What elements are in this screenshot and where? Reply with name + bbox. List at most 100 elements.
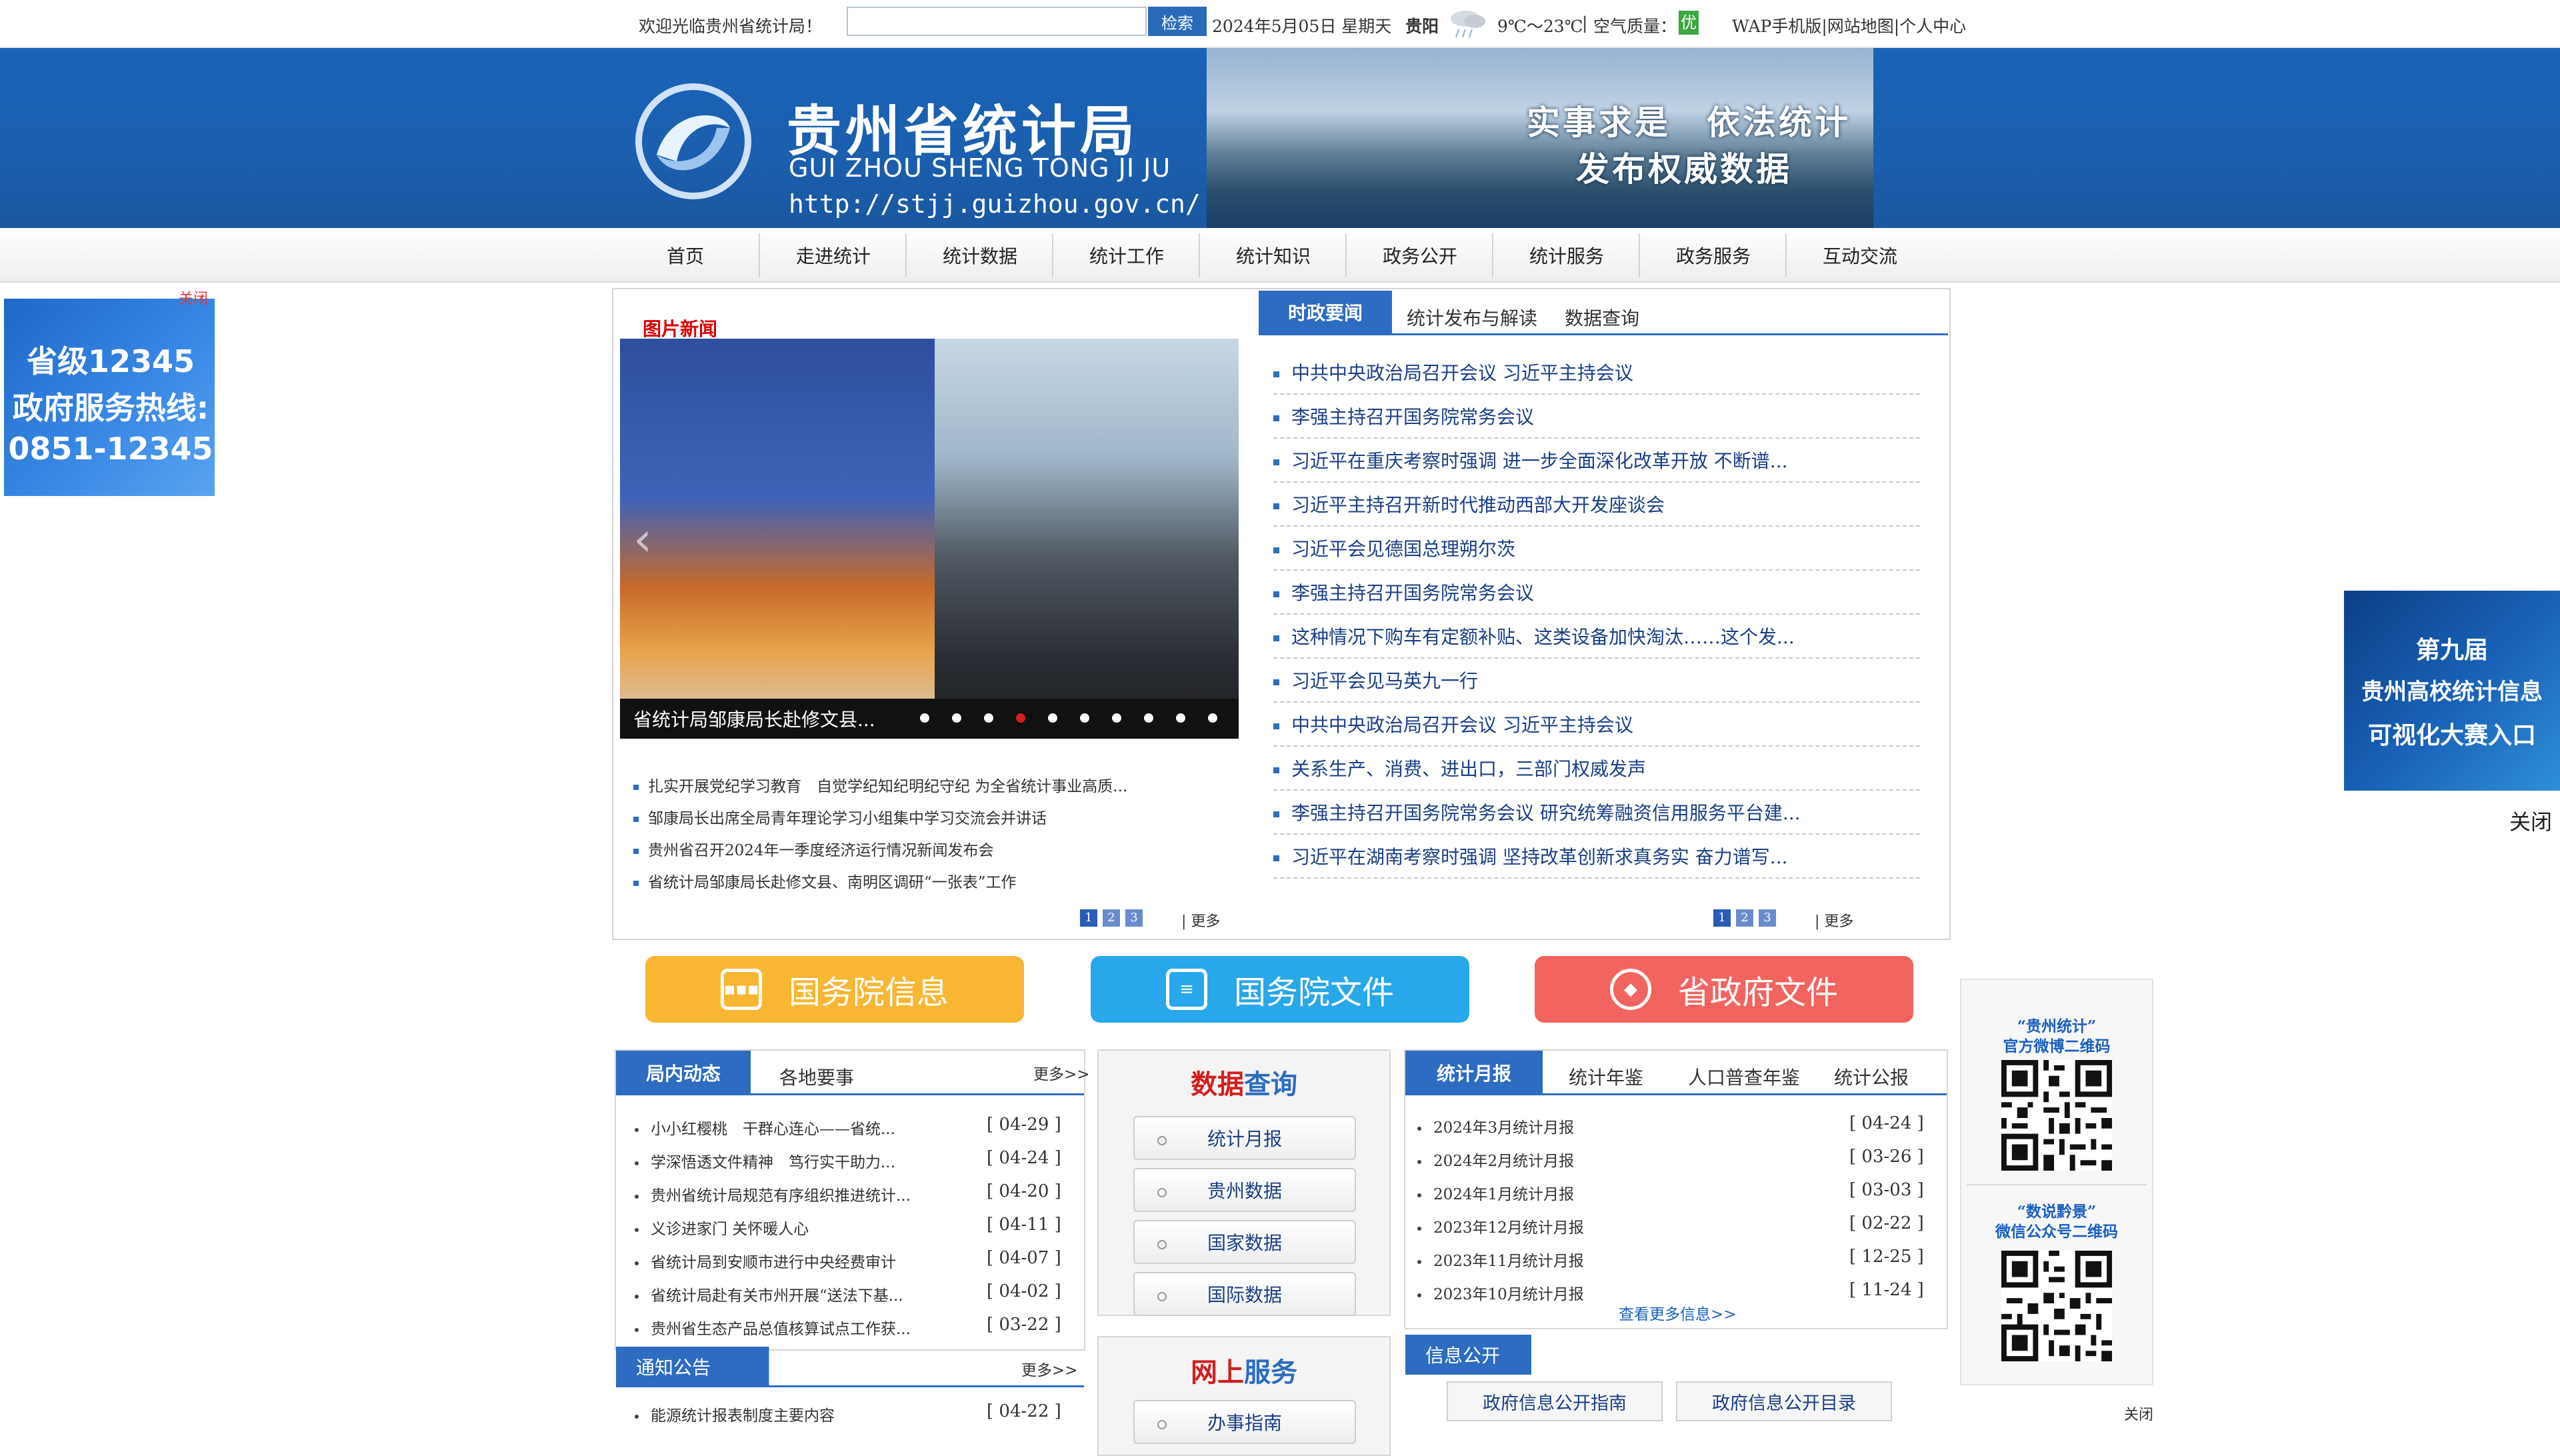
- monthly-report-link[interactable]: 2023年11月统计月报: [1417, 1248, 1584, 1271]
- state-council-info-button[interactable]: ▪▪▪ 国务院信息: [645, 956, 1024, 1023]
- nav-gov-service[interactable]: 政务服务: [1640, 228, 1787, 283]
- nav-about-stats[interactable]: 走进统计: [760, 228, 907, 283]
- tab-data-query[interactable]: 数据查询: [1552, 291, 1652, 344]
- monthly-report-link[interactable]: 2023年12月统计月报: [1417, 1215, 1584, 1237]
- local-news-link[interactable]: 小小红樱桃 干群心连心——省统...: [635, 1116, 895, 1139]
- national-data-button[interactable]: 国家数据: [1133, 1220, 1356, 1264]
- slogan-line-1: 实事求是 依法统计: [1527, 103, 1851, 142]
- page-button[interactable]: 1: [1080, 909, 1097, 927]
- state-council-info-label: 国务院信息: [788, 974, 949, 1011]
- nav-stats-work[interactable]: 统计工作: [1053, 228, 1200, 283]
- slider-dot[interactable]: [984, 713, 993, 723]
- politics-more-link[interactable]: | 更多: [1815, 909, 1853, 931]
- gov-info-guide-button[interactable]: 政府信息公开指南: [1447, 1381, 1663, 1421]
- info-open-tab[interactable]: 信息公开: [1405, 1335, 1552, 1375]
- picture-news-link[interactable]: 贵州省召开2024年一季度经济运行情况新闻发布会: [633, 837, 994, 860]
- hotline-ad-close-button[interactable]: 关闭: [179, 287, 208, 308]
- slider-dot[interactable]: [1176, 713, 1185, 723]
- slider-dot[interactable]: [1112, 713, 1121, 723]
- picture-news-link[interactable]: 省统计局邹康局长赴修文县、南明区调研“一张表”工作: [633, 869, 1017, 892]
- search-input[interactable]: [847, 7, 1147, 36]
- headline-link[interactable]: 这种情况下购车有定额补贴、这类设备加快淘汰……这个发...: [1273, 623, 1920, 659]
- headline-link[interactable]: 李强主持召开国务院常务会议 研究统筹融资信用服务平台建...: [1273, 799, 1920, 835]
- tab-underline: [616, 1385, 1084, 1387]
- picture-news-link[interactable]: 扎实开展党纪学习教育 自觉学纪知纪明纪守纪 为全省统计事业高质...: [633, 773, 1127, 796]
- slider-dot[interactable]: [1048, 713, 1057, 723]
- slider-dot[interactable]: [920, 713, 929, 723]
- slider-dot-active[interactable]: [1016, 713, 1025, 723]
- tab-local-affairs[interactable]: 各地要事: [760, 1060, 873, 1093]
- slide-caption[interactable]: 省统计局邹康局长赴修文县...: [633, 705, 875, 732]
- page-button[interactable]: 3: [1125, 909, 1143, 927]
- tab-bureau-news[interactable]: 局内动态: [616, 1051, 751, 1095]
- search-button[interactable]: 检索: [1148, 7, 1207, 36]
- notice-more-link[interactable]: 更多>>: [1021, 1357, 1078, 1380]
- page-button[interactable]: 3: [1759, 909, 1776, 927]
- gov-info-catalog-button[interactable]: 政府信息公开目录: [1676, 1381, 1892, 1421]
- international-data-button[interactable]: 国际数据: [1133, 1272, 1356, 1316]
- slider-dot[interactable]: [952, 713, 961, 723]
- slider-prev-arrow-icon[interactable]: ‹: [633, 512, 652, 567]
- visualization-contest-ad[interactable]: 第九届 贵州高校统计信息 可视化大赛入口: [2344, 591, 2560, 791]
- hotline-ad-line-1: 省级12345: [26, 343, 195, 379]
- local-news-link[interactable]: 省统计局赴有关市州开展“送法下基...: [635, 1283, 903, 1305]
- top-links[interactable]: WAP手机版|网站地图|个人中心: [1732, 13, 1966, 37]
- provincial-gov-docs-label: 省政府文件: [1677, 974, 1838, 1011]
- nav-stats-knowledge[interactable]: 统计知识: [1200, 228, 1347, 283]
- local-news-link[interactable]: 省统计局到安顺市进行中央经费审计: [635, 1249, 896, 1272]
- nav-interaction[interactable]: 互动交流: [1787, 228, 1933, 283]
- nav-stats-service[interactable]: 统计服务: [1493, 228, 1640, 283]
- local-news-link[interactable]: 贵州省生态产品总值核算试点工作获...: [635, 1316, 911, 1339]
- contest-ad-close-button[interactable]: 关闭: [2509, 805, 2552, 836]
- headline-link[interactable]: 李强主持召开国务院常务会议: [1273, 579, 1920, 615]
- stats-monthly-button[interactable]: 统计月报: [1133, 1116, 1356, 1160]
- local-news-link[interactable]: 学深悟透文件精神 笃行实干助力...: [635, 1149, 895, 1172]
- headline-link[interactable]: 习近平主持召开新时代推动西部大开发座谈会: [1273, 491, 1920, 527]
- headline-link[interactable]: 关系生产、消费、进出口，三部门权威发声: [1273, 755, 1920, 791]
- service-guide-button[interactable]: 办事指南: [1133, 1400, 1356, 1444]
- page-button[interactable]: 2: [1103, 909, 1120, 927]
- monthly-report-link[interactable]: 2024年3月统计月报: [1417, 1115, 1574, 1137]
- headline-link[interactable]: 习近平会见德国总理朔尔茨: [1273, 535, 1920, 571]
- tab-politics-news[interactable]: 时政要闻: [1259, 291, 1392, 333]
- picture-news-more-link[interactable]: | 更多: [1181, 909, 1220, 931]
- state-council-docs-button[interactable]: ≡ 国务院文件: [1091, 956, 1469, 1023]
- air-quality-label: 空气质量：: [1593, 17, 1677, 36]
- provincial-gov-docs-button[interactable]: ◆ 省政府文件: [1535, 956, 1913, 1023]
- hotline-ad[interactable]: 省级12345 政府服务热线: 0851-12345: [3, 297, 216, 497]
- qr-panel-close-button[interactable]: 关闭: [2124, 1403, 2153, 1424]
- slider-dot[interactable]: [1144, 713, 1153, 723]
- tab-stats-release[interactable]: 统计发布与解读: [1392, 291, 1552, 344]
- monthly-report-link[interactable]: 2024年2月统计月报: [1417, 1148, 1574, 1171]
- headline-link[interactable]: 中共中央政治局召开会议 习近平主持会议: [1273, 359, 1920, 395]
- headline-link[interactable]: 中共中央政治局召开会议 习近平主持会议: [1273, 711, 1920, 747]
- tab-census-yearbook[interactable]: 人口普查年鉴: [1677, 1060, 1811, 1093]
- tab-stats-monthly[interactable]: 统计月报: [1405, 1051, 1543, 1095]
- headline-link[interactable]: 习近平会见马英九一行: [1273, 667, 1920, 703]
- monthly-more-link[interactable]: 查看更多信息>>: [1619, 1301, 1737, 1324]
- page-button[interactable]: 2: [1736, 909, 1753, 927]
- notice-tab[interactable]: 通知公告: [616, 1347, 796, 1387]
- slider-dot[interactable]: [1080, 713, 1089, 723]
- local-news-more-link[interactable]: 更多>>: [1033, 1061, 1090, 1084]
- tab-stats-yearbook[interactable]: 统计年鉴: [1556, 1060, 1656, 1093]
- picture-news-slider[interactable]: ‹ 省统计局邹康局长赴修文县...: [620, 339, 1239, 739]
- monthly-report-link[interactable]: 2023年10月统计月报: [1417, 1281, 1584, 1304]
- page-button[interactable]: 1: [1713, 909, 1731, 927]
- slider-dot[interactable]: [1208, 713, 1217, 723]
- report-date: [ 03-03 ]: [1849, 1180, 1924, 1200]
- nav-home[interactable]: 首页: [612, 228, 759, 283]
- guizhou-data-button[interactable]: 贵州数据: [1133, 1168, 1356, 1212]
- headline-link[interactable]: 习近平在湖南考察时强调 坚持改革创新求真务实 奋力谱写...: [1273, 843, 1920, 879]
- headline-link[interactable]: 李强主持召开国务院常务会议: [1273, 403, 1920, 439]
- headline-link[interactable]: 习近平在重庆考察时强调 进一步全面深化改革开放 不断谱...: [1273, 447, 1920, 483]
- tab-stats-bulletin[interactable]: 统计公报: [1821, 1060, 1921, 1093]
- tab-underline: [1259, 333, 1948, 335]
- picture-news-link[interactable]: 邹康局长出席全局青年理论学习小组集中学习交流会并讲话: [633, 805, 1047, 828]
- nav-gov-affairs-open[interactable]: 政务公开: [1347, 228, 1493, 283]
- local-news-link[interactable]: 贵州省统计局规范有序组织推进统计...: [635, 1183, 911, 1205]
- local-news-link[interactable]: 义诊进家门 关怀暖人心: [635, 1216, 809, 1239]
- nav-stats-data[interactable]: 统计数据: [907, 228, 1053, 283]
- notice-link[interactable]: 能源统计报表制度主要内容: [635, 1403, 835, 1425]
- monthly-report-link[interactable]: 2024年1月统计月报: [1417, 1181, 1574, 1204]
